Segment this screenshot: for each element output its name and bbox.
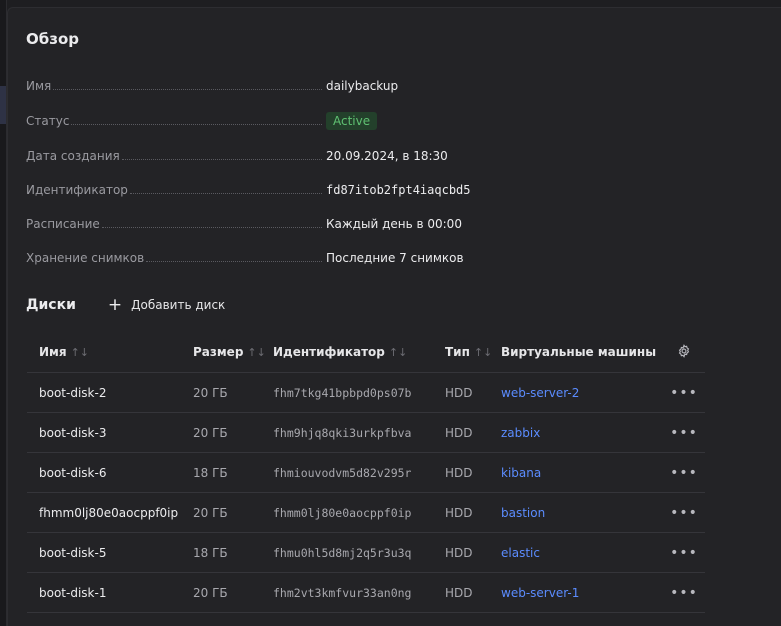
property-row-schedule: Расписание Каждый день в 00:00	[26, 213, 506, 235]
sort-icon[interactable]: ↑↓	[474, 346, 492, 359]
disk-size: 20 ГБ	[193, 505, 228, 520]
disk-type: HDD	[445, 545, 473, 560]
more-actions-icon[interactable]: •••	[670, 505, 698, 521]
disk-size: 18 ГБ	[193, 465, 228, 480]
disk-type: HDD	[445, 385, 473, 400]
overview-card: Обзор Имя dailybackup Статус Active Дата…	[7, 7, 781, 626]
table-row[interactable]: boot-disk-2 20 ГБ fhm7tkg41bpbpd0ps07b H…	[27, 373, 705, 413]
table-header: Имя ↑↓ Размер ↑↓ Идентификатор ↑↓ Тип ↑↓ Вир…	[27, 332, 705, 373]
disk-size: 18 ГБ	[193, 545, 228, 560]
disk-name: boot-disk-5	[39, 545, 107, 560]
more-actions-icon[interactable]: •••	[670, 465, 698, 481]
disk-id: fhmu0hl5d8mj2q5r3u3q	[273, 545, 412, 560]
property-row-id: Идентификатор fd87itob2fpt4iaqcbd5	[26, 179, 506, 201]
more-actions-icon[interactable]: •••	[670, 545, 698, 561]
add-disk-label: Добавить диск	[131, 298, 226, 312]
more-actions-icon[interactable]: •••	[670, 585, 698, 601]
gear-icon[interactable]	[677, 343, 691, 358]
vm-link[interactable]: web-server-2	[501, 386, 579, 400]
dotted-leader	[71, 123, 322, 125]
sort-icon[interactable]: ↑↓	[389, 346, 407, 359]
disk-type: HDD	[445, 505, 473, 520]
table-row[interactable]: boot-disk-5 18 ГБ fhmu0hl5d8mj2q5r3u3q H…	[27, 533, 705, 573]
disk-id: fhmiouvodvm5d82v295r	[273, 465, 412, 480]
disk-name: boot-disk-2	[39, 385, 107, 400]
page: Обзор Имя dailybackup Статус Active Дата…	[0, 0, 781, 626]
column-header-id[interactable]: Идентификатор ↑↓	[273, 345, 445, 359]
property-row-retention: Хранение снимков Последние 7 снимков	[26, 247, 506, 269]
column-header-type[interactable]: Тип ↑↓	[445, 345, 501, 359]
disk-type: HDD	[445, 425, 473, 440]
status-badge: Active	[326, 112, 378, 130]
disk-size: 20 ГБ	[193, 385, 228, 400]
disk-size: 20 ГБ	[193, 425, 228, 440]
column-header-vms: Виртуальные машины	[501, 345, 657, 359]
add-disk-button[interactable]: + Добавить диск	[107, 294, 226, 315]
disk-type: HDD	[445, 585, 473, 600]
disk-id: fhm9hjq8qki3urkpfbva	[273, 425, 412, 440]
disk-name: boot-disk-1	[39, 585, 107, 600]
more-actions-icon[interactable]: •••	[670, 385, 698, 401]
disk-name: boot-disk-6	[39, 465, 107, 480]
property-label: Статус	[26, 114, 70, 128]
left-navigation-strip	[0, 0, 7, 626]
dotted-leader	[129, 192, 322, 194]
active-nav-indicator[interactable]	[0, 86, 6, 124]
sort-icon[interactable]: ↑↓	[71, 346, 89, 359]
table-row[interactable]: boot-disk-3 20 ГБ fhm9hjq8qki3urkpfbva H…	[27, 413, 705, 453]
property-row-status: Статус Active	[26, 110, 506, 132]
property-value-retention: Последние 7 снимков	[326, 251, 464, 265]
property-value-id[interactable]: fd87itob2fpt4iaqcbd5	[326, 183, 471, 197]
property-value-created: 20.09.2024, в 18:30	[326, 149, 448, 163]
disks-title: Диски	[26, 297, 76, 313]
table-row[interactable]: fhmm0lj80e0aocppf0ip 20 ГБ fhmm0lj80e0ao…	[27, 493, 705, 533]
property-row-name: Имя dailybackup	[26, 75, 506, 97]
property-label: Идентификатор	[26, 183, 128, 197]
vm-link[interactable]: web-server-1	[501, 586, 579, 600]
property-label: Имя	[26, 79, 52, 93]
vm-link[interactable]: bastion	[501, 506, 545, 520]
vm-link[interactable]: kibana	[501, 466, 541, 480]
vm-link[interactable]: elastic	[501, 546, 540, 560]
disks-table: Имя ↑↓ Размер ↑↓ Идентификатор ↑↓ Тип ↑↓ Вир…	[27, 332, 705, 613]
disk-type: HDD	[445, 465, 473, 480]
property-value-name: dailybackup	[326, 79, 399, 93]
property-label: Дата создания	[26, 149, 120, 163]
dotted-leader	[53, 88, 322, 90]
vm-link[interactable]: zabbix	[501, 426, 540, 440]
dotted-leader	[146, 260, 322, 262]
disk-id: fhm7tkg41bpbpd0ps07b	[273, 385, 412, 400]
property-label: Расписание	[26, 217, 100, 231]
property-value-schedule: Каждый день в 00:00	[326, 217, 462, 231]
more-actions-icon[interactable]: •••	[670, 425, 698, 441]
dotted-leader	[121, 158, 322, 160]
property-row-created: Дата создания 20.09.2024, в 18:30	[26, 145, 506, 167]
plus-icon: +	[107, 294, 123, 315]
column-header-name[interactable]: Имя ↑↓	[27, 345, 193, 359]
disk-name: fhmm0lj80e0aocppf0ip	[39, 505, 179, 520]
table-row[interactable]: boot-disk-1 20 ГБ fhm2vt3kmfvur33an0ng H…	[27, 573, 705, 613]
column-header-size[interactable]: Размер ↑↓	[193, 345, 273, 359]
disk-name: boot-disk-3	[39, 425, 107, 440]
disks-header: Диски + Добавить диск	[26, 295, 225, 315]
property-label: Хранение снимков	[26, 251, 145, 265]
disk-size: 20 ГБ	[193, 585, 228, 600]
overview-title: Обзор	[26, 30, 79, 48]
disk-id: fhm2vt3kmfvur33an0ng	[273, 585, 412, 600]
sort-icon[interactable]: ↑↓	[247, 346, 265, 359]
table-row[interactable]: boot-disk-6 18 ГБ fhmiouvodvm5d82v295r H…	[27, 453, 705, 493]
disk-id: fhmm0lj80e0aocppf0ip	[273, 505, 412, 520]
dotted-leader	[101, 226, 322, 228]
